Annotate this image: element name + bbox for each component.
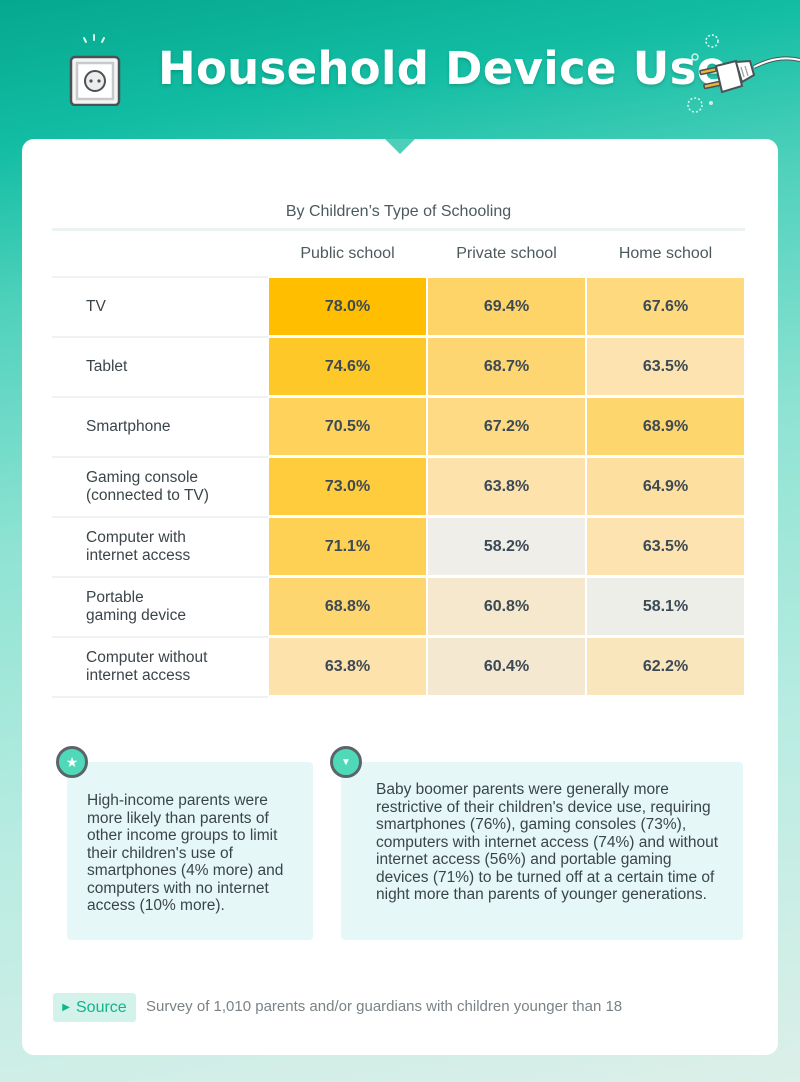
electric-plug-icon (687, 34, 800, 113)
header: Household Device Use (0, 0, 800, 150)
row-label-line: Tablet (86, 358, 128, 375)
chart-subtitle: By Children’s Type of Schooling (285, 203, 512, 220)
row-label-line: (connected to TV) (86, 487, 209, 504)
star-icon: ★ (56, 746, 88, 778)
heatmap-cell: 64.9% (587, 458, 744, 515)
column-header: Public school (300, 245, 395, 262)
heatmap-cell: 63.8% (428, 458, 585, 515)
heatmap-cell: 67.6% (587, 278, 744, 335)
heatmap-cell: 74.6% (269, 338, 426, 395)
heatmap-cell: 62.2% (587, 638, 744, 695)
heatmap-cell: 78.0% (269, 278, 426, 335)
row-label-line: Gaming console (86, 469, 199, 486)
heatmap-cell: 68.7% (428, 338, 585, 395)
source-text: Survey of 1,010 parents and/or guardians… (146, 998, 623, 1015)
heatmap-cell: 63.5% (587, 338, 744, 395)
row-label: Computer with internet access (86, 529, 266, 565)
row-label-line: TV (86, 298, 106, 315)
source-label: Source (76, 998, 127, 1016)
play-triangle-icon: ▶ (62, 1002, 70, 1013)
row-label-line: Computer without (86, 649, 208, 666)
insight-text: High-income parents were more likely tha… (87, 792, 284, 914)
row-divider (52, 276, 268, 278)
row-label-line: gaming device (86, 607, 186, 624)
row-label-line: internet access (86, 667, 191, 684)
heatmap-cell: 63.5% (587, 518, 744, 575)
row-label-line: internet access (86, 547, 191, 564)
heatmap-cell: 67.2% (428, 398, 585, 455)
heatmap-cell: 60.8% (428, 578, 585, 635)
row-label: Smartphone (86, 418, 266, 436)
row-label-line: Computer with (86, 529, 186, 546)
heatmap-cell: 73.0% (269, 458, 426, 515)
row-label: Gaming console (connected to TV) (86, 469, 266, 505)
source-button[interactable]: ▶ Source (53, 993, 136, 1022)
row-label: TV (86, 298, 266, 316)
insight-card-income: High-income parents were more likely tha… (67, 762, 313, 940)
row-divider (52, 636, 268, 638)
insight-text: Baby boomer parents were generally more … (376, 781, 719, 903)
heatmap-cell: 58.2% (428, 518, 585, 575)
row-label: Tablet (86, 358, 266, 376)
heatmap-cell: 71.1% (269, 518, 426, 575)
divider (52, 228, 745, 231)
heatmap-cell: 60.4% (428, 638, 585, 695)
row-divider (52, 576, 268, 578)
chevron-down-icon: ▼ (330, 746, 362, 778)
column-header: Private school (456, 245, 557, 262)
heatmap-cell: 68.9% (587, 398, 744, 455)
row-divider (52, 516, 268, 518)
power-outlet-icon (69, 34, 121, 106)
row-divider (52, 336, 268, 338)
row-label: Computer without internet access (86, 649, 266, 685)
heatmap-cell: 68.8% (269, 578, 426, 635)
card-pointer (385, 139, 415, 154)
row-divider (52, 456, 268, 458)
heatmap-cell: 70.5% (269, 398, 426, 455)
heatmap-cell: 63.8% (269, 638, 426, 695)
heatmap-cell: 58.1% (587, 578, 744, 635)
row-label: Portable gaming device (86, 589, 266, 625)
column-header: Home school (618, 245, 713, 262)
page-title: Household Device Use (158, 42, 728, 95)
row-label-line: Smartphone (86, 418, 171, 435)
heatmap-cell: 69.4% (428, 278, 585, 335)
row-divider (52, 696, 268, 698)
row-divider (52, 396, 268, 398)
row-label-line: Portable (86, 589, 144, 606)
insight-card-generation: Baby boomer parents were generally more … (341, 762, 743, 940)
